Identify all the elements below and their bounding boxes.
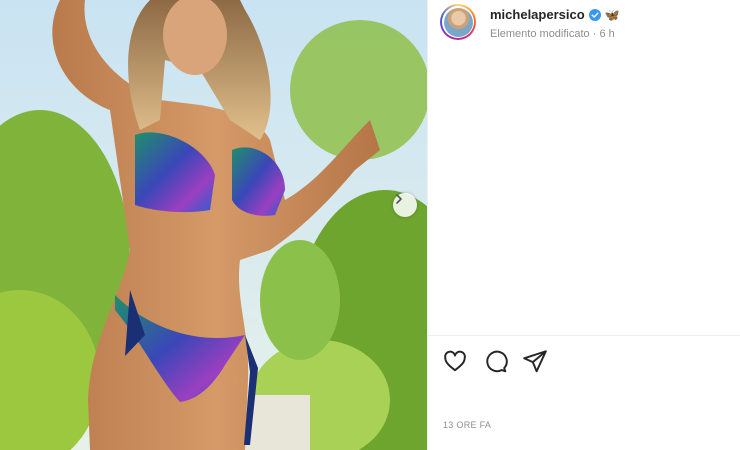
send-icon xyxy=(523,350,547,373)
heart-icon xyxy=(444,350,466,372)
comment-icon xyxy=(486,350,508,373)
username-link[interactable]: michelapersico xyxy=(490,7,585,22)
instagram-post: michelapersico 🦋 Elemento modificato · 6… xyxy=(0,0,740,450)
post-header: michelapersico 🦋 Elemento modificato · 6… xyxy=(440,4,620,40)
next-photo-button[interactable] xyxy=(393,193,417,217)
post-subline: Elemento modificato · 6 h xyxy=(490,28,620,40)
comment-button[interactable] xyxy=(482,348,508,374)
photo-illustration xyxy=(0,0,427,450)
post-timestamp[interactable]: 13 ORE FA xyxy=(443,420,491,430)
chevron-right-icon xyxy=(396,194,402,204)
avatar[interactable] xyxy=(440,4,476,40)
like-button[interactable] xyxy=(442,348,468,374)
action-bar xyxy=(442,348,548,374)
post-age[interactable]: 6 h xyxy=(599,28,614,40)
subline-separator: · xyxy=(589,27,600,40)
post-photo[interactable] xyxy=(0,0,427,450)
share-button[interactable] xyxy=(522,348,548,374)
edited-status: Elemento modificato xyxy=(490,27,590,40)
divider xyxy=(428,335,740,336)
butterfly-emoji: 🦋 xyxy=(604,7,620,22)
avatar-image xyxy=(443,7,473,37)
post-sidebar: michelapersico 🦋 Elemento modificato · 6… xyxy=(427,0,740,450)
post-meta: michelapersico 🦋 Elemento modificato · 6… xyxy=(490,5,620,40)
verified-badge-icon xyxy=(588,8,601,21)
